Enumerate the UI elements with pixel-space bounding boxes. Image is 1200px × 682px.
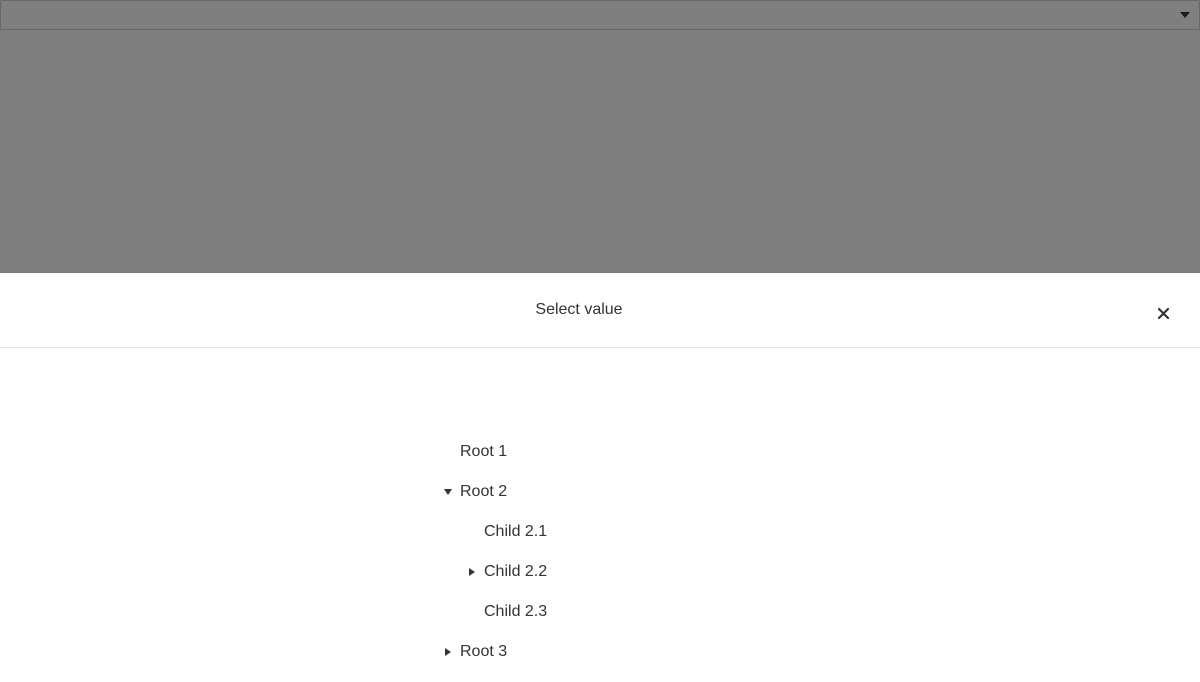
tree-item-label: Root 2 [460,483,508,500]
collapse-toggle[interactable] [436,472,460,512]
tree-item-child-2-1[interactable]: Child 2.1 [460,512,547,552]
tree-toggle-spacer [460,592,484,632]
tree-item-root-3[interactable]: Root 3 [436,632,507,672]
tree-item-child-2-3[interactable]: Child 2.3 [460,592,547,632]
sheet-title: Select value [535,301,623,318]
tree-item-label: Child 2.2 [484,563,548,580]
tree-item-root-1[interactable]: Root 1 [436,432,507,472]
close-icon [1157,307,1169,319]
caret-right-icon [469,568,475,576]
expand-toggle[interactable] [460,552,484,592]
tree-item-root-2[interactable]: Root 2 [436,472,507,512]
bottom-sheet: Select value Root 1 Root 2 Child 2.1 Chi… [0,273,1200,682]
expand-toggle[interactable] [436,632,460,672]
modal-backdrop[interactable] [0,0,1200,273]
sheet-header: Select value [0,273,1200,348]
tree-toggle-spacer [436,432,460,472]
tree-item-label: Root 3 [460,643,508,660]
page: Select value Root 1 Root 2 Child 2.1 Chi… [0,0,1200,682]
caret-down-icon [444,489,452,495]
tree-item-label: Root 1 [460,443,508,460]
close-button[interactable] [1150,298,1176,322]
caret-right-icon [445,648,451,656]
tree-toggle-spacer [460,512,484,552]
tree-item-child-2-2[interactable]: Child 2.2 [460,552,547,592]
tree-item-label: Child 2.3 [484,603,548,620]
tree-item-label: Child 2.1 [484,523,548,540]
